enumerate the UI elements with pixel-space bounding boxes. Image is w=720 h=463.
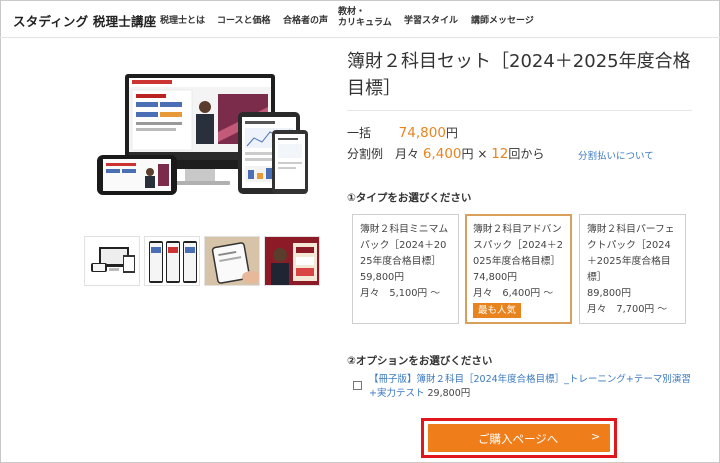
type-section-label: ①タイプをお選びください xyxy=(347,192,472,204)
installment-suffix: 回から xyxy=(508,147,545,161)
nav-item-courses[interactable]: コースと価格 xyxy=(217,13,271,26)
purchase-page-button[interactable]: ご購入ページへ > xyxy=(428,424,610,452)
option-section-label: ②オプションをお選びください xyxy=(347,355,493,367)
option-item-text: 【冊子版】簿財２科目［2024年度合格目標］_トレーニング+テーマ別演習+実力テ… xyxy=(369,374,691,399)
thumbnail-smartphones-image xyxy=(145,237,199,285)
option-item-price: 29,800円 xyxy=(427,388,471,399)
installment-times-prefix: 円 × xyxy=(461,147,492,161)
installment-count: 12 xyxy=(491,146,509,162)
thumbnail-smartphones[interactable] xyxy=(144,236,200,286)
type-card-price: 89,800円 xyxy=(587,288,632,299)
product-devices-image xyxy=(97,74,308,195)
type-card-price: 59,800円 xyxy=(360,272,405,283)
option-item-label[interactable]: 【冊子版】簿財２科目［2024年度合格目標］_トレーニング+テーマ別演習+実力テ… xyxy=(369,373,691,401)
site-header: スタディング 税理士講座 税理士とは コースと価格 合格者の声 教材・ カリキュ… xyxy=(0,0,720,38)
thumbnail-devices-image xyxy=(85,237,139,285)
type-card-name: 簿財２科目アドバンスパック［2024＋2025年度合格目標］ xyxy=(473,224,563,267)
type-card-monthly: 月々 5,100円 〜 xyxy=(360,288,441,299)
thumbnail-tablet-study[interactable] xyxy=(204,236,260,286)
nav-item-voices[interactable]: 合格者の声 xyxy=(283,13,328,26)
nav-item-curriculum-line1: 教材・ xyxy=(338,7,366,17)
installment-info-link[interactable]: 分割払いについて xyxy=(578,148,654,162)
type-card-monthly: 月々 7,700円 〜 xyxy=(587,304,668,315)
type-card-perfect[interactable]: 簿財２科目パーフェクトパック［2024＋2025年度合格目標］ 89,800円 … xyxy=(579,214,686,324)
nav-item-curriculum-line2: カリキュラム xyxy=(338,18,392,28)
most-popular-badge: 最も人気 xyxy=(473,303,522,318)
type-card-name: 簿財２科目パーフェクトパック［2024＋2025年度合格目標］ xyxy=(587,224,675,283)
thumbnail-instructor-image xyxy=(265,237,319,285)
type-card-price: 74,800円 xyxy=(473,272,518,283)
nav-item-curriculum[interactable]: 教材・ カリキュラム xyxy=(338,7,392,29)
installment-monthly: 6,400 xyxy=(422,146,462,162)
lump-sum-label: 一括 xyxy=(347,126,372,140)
thumbnail-tablet-study-image xyxy=(205,237,259,285)
lump-sum-price: 74,800 xyxy=(398,125,446,141)
lump-sum-yen: 円 xyxy=(445,126,458,140)
type-card-monthly: 月々 6,400円 〜 xyxy=(473,288,554,299)
nav-item-style[interactable]: 学習スタイル xyxy=(404,13,458,26)
installment-label: 分割例 月々 xyxy=(347,147,420,161)
nav-item-message[interactable]: 講師メッセージ xyxy=(471,13,534,26)
site-logo[interactable]: スタディング 税理士講座 xyxy=(13,11,156,30)
type-card-name: 簿財２科目ミニマムパック［2024＋2025年度合格目標］ xyxy=(360,224,449,267)
type-card-minimum[interactable]: 簿財２科目ミニマムパック［2024＋2025年度合格目標］ 59,800円 月々… xyxy=(352,214,459,324)
type-card-advance[interactable]: 簿財２科目アドバンスパック［2024＋2025年度合格目標］ 74,800円 月… xyxy=(465,214,572,324)
installment-price-row: 分割例 月々 6,400円 × 12回から xyxy=(347,145,544,162)
lump-sum-price-row: 一括 74,800円 xyxy=(347,124,458,141)
purchase-page-button-label: ご購入ページへ xyxy=(478,432,559,446)
product-title: 簿財２科目セット［2024＋2025年度合格目標］ xyxy=(347,51,691,99)
title-divider xyxy=(347,110,692,111)
nav-item-about[interactable]: 税理士とは xyxy=(160,13,205,26)
chevron-right-icon: > xyxy=(591,430,601,443)
thumbnail-instructor[interactable] xyxy=(264,236,320,286)
checkbox-icon[interactable] xyxy=(353,381,362,390)
thumbnail-devices[interactable] xyxy=(84,236,140,286)
